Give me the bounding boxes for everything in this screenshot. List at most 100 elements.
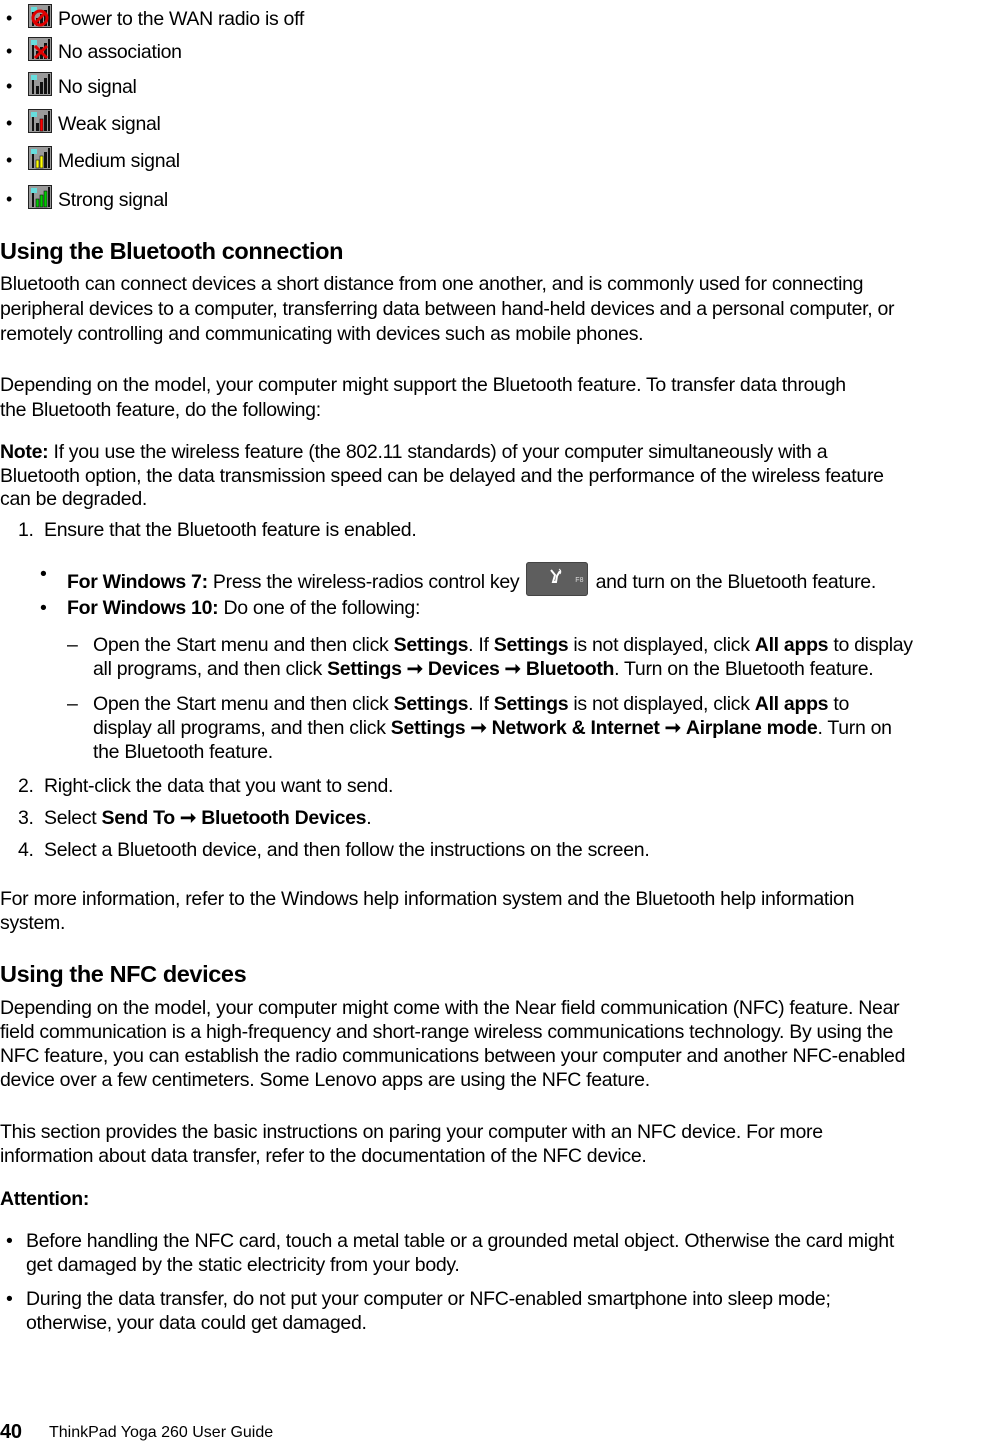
text: is not displayed, click	[568, 693, 755, 715]
text: Open the Start menu and then click	[93, 634, 394, 656]
paragraph-line: otherwise, your data could get damaged.	[26, 1312, 367, 1334]
menu-path-network: Network & Internet	[491, 717, 660, 739]
paragraph-line: remotely controlling and communicating w…	[0, 323, 644, 345]
wireless-antenna-icon	[550, 568, 562, 583]
menu-path-bluetooth: Bluetooth	[525, 658, 615, 680]
menu-path-settings: Settings	[327, 658, 402, 680]
arrow-right-icon: ➞	[180, 807, 197, 829]
page-number: 40	[0, 1421, 22, 1443]
text: . If	[468, 634, 494, 656]
menu-path-bluetooth-devices: Bluetooth Devices	[201, 807, 367, 829]
paragraph-line: Depending on the model, your computer mi…	[0, 997, 900, 1019]
text: Open the Start menu and then click	[93, 693, 394, 715]
menu-path-all-apps: All apps	[754, 693, 829, 715]
text: display all programs, and then click	[93, 717, 391, 739]
signal-state-label: No association	[58, 41, 182, 63]
menu-path-airplane-mode: Airplane mode	[685, 717, 818, 739]
section-heading-nfc: Using the NFC devices	[0, 961, 247, 987]
text: . Turn on the Bluetooth feature.	[614, 658, 874, 680]
bullet: •	[6, 150, 13, 170]
paragraph-line: peripheral devices to a computer, transf…	[0, 298, 895, 320]
attention-label: Attention:	[0, 1188, 90, 1210]
key-label-f8: F8	[575, 577, 584, 584]
step-4: 4. Select a Bluetooth device, and then f…	[18, 838, 650, 862]
text: to	[828, 693, 850, 715]
windows10-text: Do one of the following:	[218, 597, 421, 619]
arrow-right-icon: ➞	[664, 717, 681, 739]
paragraph-line: Before handling the NFC card, touch a me…	[26, 1230, 894, 1252]
step-number: 4.	[18, 839, 34, 861]
paragraph-line: can be degraded.	[0, 488, 147, 510]
windows7-text: and turn on the Bluetooth feature.	[590, 571, 877, 593]
bullet: •	[6, 8, 13, 28]
paragraph-line: Depending on the model, your computer mi…	[0, 374, 846, 396]
wan-radio-off-icon	[28, 4, 52, 28]
bullet: •	[6, 1230, 13, 1252]
step-text: Ensure that the Bluetooth feature is ena…	[44, 519, 417, 541]
section-heading-bluetooth: Using the Bluetooth connection	[0, 238, 344, 264]
text: . If	[468, 693, 494, 715]
signal-state-label: Medium signal	[58, 150, 180, 172]
text: Select	[44, 807, 102, 829]
paragraph-line: field communication is a high-frequency …	[0, 1021, 893, 1043]
paragraph-line: Bluetooth can connect devices a short di…	[0, 273, 864, 295]
paragraph-line: get damaged by the static electricity fr…	[26, 1254, 460, 1276]
bullet: •	[6, 1288, 13, 1310]
bullet: •	[40, 563, 47, 585]
note-label: Note:	[0, 441, 49, 463]
no-signal-icon	[28, 72, 52, 96]
signal-state-label: Weak signal	[58, 113, 161, 135]
wireless-radios-key: F8	[526, 562, 589, 596]
paragraph-line: the Bluetooth feature.	[93, 741, 273, 763]
paragraph-line: Bluetooth option, the data transmission …	[0, 465, 884, 487]
step-number: 2.	[18, 775, 34, 797]
paragraph-line: Note: If you use the wireless feature (t…	[0, 440, 828, 464]
text: .	[366, 807, 372, 829]
step-2: 2. Right-click the data that you want to…	[18, 774, 393, 798]
paragraph-line: This section provides the basic instruct…	[0, 1121, 823, 1143]
windows7-item: • For Windows 7: Press the wireless-radi…	[40, 562, 876, 596]
paragraph-line: During the data transfer, do not put you…	[26, 1288, 831, 1310]
step-number: 3.	[18, 807, 34, 829]
strong-signal-icon	[28, 185, 52, 209]
arrow-right-icon: ➞	[470, 717, 487, 739]
step-text: Right-click the data that you want to se…	[44, 775, 394, 797]
paragraph-line: the Bluetooth feature, do the following:	[0, 399, 321, 421]
paragraph-line: NFC feature, you can establish the radio…	[0, 1045, 906, 1067]
menu-path-send-to: Send To	[101, 807, 176, 829]
text: to display	[828, 634, 913, 656]
dash: –	[67, 634, 78, 656]
menu-path-settings: Settings	[393, 634, 469, 656]
signal-state-label: No signal	[58, 76, 137, 98]
medium-signal-icon	[28, 146, 52, 170]
bullet: •	[40, 597, 47, 619]
windows10-label: For Windows 10:	[67, 597, 219, 619]
menu-path-settings: Settings	[390, 717, 466, 739]
paragraph-line: information about data transfer, refer t…	[0, 1145, 647, 1167]
menu-path-all-apps: All apps	[754, 634, 829, 656]
menu-path-settings: Settings	[493, 693, 569, 715]
bullet: •	[6, 41, 13, 61]
signal-state-label: Power to the WAN radio is off	[58, 8, 304, 30]
step-text: Select a Bluetooth device, and then foll…	[44, 839, 650, 861]
bullet: •	[6, 113, 13, 133]
menu-path-settings: Settings	[493, 634, 569, 656]
text: . Turn on	[817, 717, 892, 739]
note-text: If you use the wireless feature (the 802…	[48, 441, 828, 463]
menu-path-settings: Settings	[393, 693, 469, 715]
paragraph-line: For more information, refer to the Windo…	[0, 888, 855, 910]
menu-path-devices: Devices	[427, 658, 500, 680]
windows10-item: • For Windows 10: Do one of the followin…	[40, 596, 420, 620]
footer-title: ThinkPad Yoga 260 User Guide	[49, 1424, 274, 1441]
paragraph-line: device over a few centimeters. Some Leno…	[0, 1069, 650, 1091]
dash: –	[67, 693, 78, 715]
step-3: 3. Select Send To ➞ Bluetooth Devices.	[18, 806, 372, 830]
windows7-label: For Windows 7:	[67, 571, 208, 593]
text: all programs, and then click	[93, 658, 328, 680]
no-association-icon	[28, 37, 52, 61]
arrow-right-icon: ➞	[406, 658, 423, 680]
bullet: •	[6, 76, 13, 96]
bullet: •	[6, 189, 13, 209]
text: is not displayed, click	[568, 634, 755, 656]
paragraph-line: system.	[0, 912, 66, 934]
